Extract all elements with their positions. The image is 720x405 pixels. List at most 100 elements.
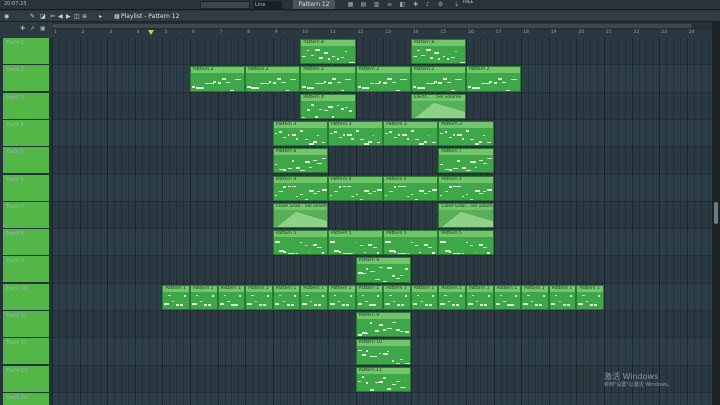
pattern-icon[interactable]: ▣ <box>40 25 47 32</box>
arrow-icon[interactable]: ↗ <box>30 25 37 32</box>
pattern-clip[interactable]: Pattern 2 <box>466 66 522 92</box>
grid-row[interactable] <box>52 392 712 405</box>
track-header[interactable]: Track 8 <box>3 229 49 256</box>
pattern-selector[interactable]: Pattern 12 <box>293 0 335 9</box>
snap-selector[interactable]: Line <box>253 1 282 9</box>
pattern-clip[interactable]: Pattern 11 <box>355 366 411 392</box>
pattern-clip[interactable]: Pattern 1 <box>438 284 466 310</box>
track-header[interactable]: Track 6 <box>3 174 49 201</box>
beat-line <box>638 38 640 405</box>
track-header[interactable]: Track 5 <box>3 147 49 174</box>
zoom-tool-icon[interactable]: ⊕ <box>82 13 87 20</box>
pattern-clip[interactable]: Pattern 1 <box>466 284 494 310</box>
select-tool-icon[interactable]: ◫ <box>74 13 80 20</box>
clip-note <box>503 300 506 303</box>
pattern-clip[interactable]: Pattern 4 <box>328 175 384 201</box>
playhead-marker[interactable] <box>148 30 154 35</box>
pattern-clip[interactable]: Pattern 1 <box>410 284 439 310</box>
settings-icon[interactable]: ⚙ <box>437 1 444 8</box>
bar-line <box>604 38 605 405</box>
track-header[interactable]: Track 12 <box>3 338 49 365</box>
pattern-clip[interactable]: Pattern 5 <box>438 230 494 256</box>
pattern-clip[interactable]: Pattern 3 <box>272 120 328 147</box>
paint-tool-icon[interactable]: ◪ <box>40 13 46 20</box>
track-header[interactable]: Track 11 <box>3 311 49 337</box>
menu-icon[interactable]: ◉ <box>4 13 9 20</box>
pattern-clip[interactable]: Pattern 2 <box>245 66 301 92</box>
pattern-clip[interactable]: Pattern 4 <box>383 175 439 201</box>
pattern-clip[interactable]: Pattern 4 <box>438 175 494 201</box>
clip-note <box>417 49 420 52</box>
pattern-clip[interactable]: Pattern 9 <box>355 312 411 338</box>
pattern-clip[interactable]: Pattern 1 <box>548 284 577 310</box>
grid-row[interactable] <box>52 202 712 230</box>
automation-clip[interactable]: Close Gran.. nel volume <box>438 202 494 229</box>
pattern-clip[interactable]: Pattern 5 <box>272 230 328 256</box>
tempo-icon[interactable]: ♪ <box>424 1 431 8</box>
grid-row[interactable] <box>52 38 712 66</box>
track-header[interactable]: Track 9 <box>3 256 49 283</box>
play-icon[interactable]: ▸ <box>99 13 102 20</box>
pattern-clip[interactable]: Pattern 1 <box>493 284 522 310</box>
track-header[interactable]: Track 10 <box>3 283 49 310</box>
pattern-clip[interactable]: Pattern 3 <box>328 120 384 147</box>
vertical-scroll-thumb[interactable] <box>714 202 718 224</box>
pattern-clip[interactable]: Pattern 9 <box>355 257 411 283</box>
pattern-clip[interactable]: Pattern 1 <box>217 284 246 310</box>
vertical-scrollbar[interactable] <box>712 22 720 405</box>
pattern-clip[interactable]: Pattern 8 <box>410 39 466 65</box>
back-icon[interactable]: ◀ <box>58 13 63 20</box>
pattern-clip[interactable]: Pattern 1 <box>162 284 190 310</box>
pattern-clip[interactable]: Pattern 1 <box>328 284 356 310</box>
playlist-icon[interactable]: ▦ <box>347 1 354 8</box>
delete-tool-icon[interactable]: ✂ <box>50 13 55 20</box>
horizontal-scrollbar[interactable] <box>52 22 712 30</box>
channel-rack-icon[interactable]: ▥ <box>373 1 380 8</box>
pattern-clip[interactable]: Pattern 1 <box>300 284 328 310</box>
automation-clip[interactable]: Close Gran.. nel volume <box>272 202 328 229</box>
draw-tool-icon[interactable]: ✎ <box>30 13 35 20</box>
automation-clip[interactable]: Electr... ...nel volume <box>410 93 466 119</box>
browser-icon[interactable]: ◧ <box>399 1 406 8</box>
track-header[interactable]: Track 2 <box>3 65 49 92</box>
track-header[interactable]: Track 13 <box>3 365 49 392</box>
pattern-clip[interactable]: Pattern 2 <box>355 66 411 92</box>
track-header[interactable]: Track 1 <box>3 38 49 64</box>
pattern-clip[interactable]: Pattern 3 <box>438 120 494 147</box>
pattern-clip[interactable]: Pattern 10 <box>355 339 411 365</box>
playlist-grid[interactable]: Pattern 8 Pattern 8 Pattern 2 Pattern 2 Patt… <box>52 38 716 405</box>
grid-row[interactable] <box>52 147 712 175</box>
pattern-clip[interactable]: Pattern 1 <box>190 284 218 310</box>
plugin-icon[interactable]: ✚ <box>412 1 419 8</box>
pattern-clip[interactable]: Pattern 1 <box>355 284 384 310</box>
pattern-clip[interactable]: Pattern 4 <box>300 93 356 119</box>
track-header[interactable]: Track 7 <box>3 201 49 228</box>
pattern-clip[interactable]: Pattern 1 <box>576 284 604 310</box>
pattern-clip[interactable]: Pattern 1 <box>272 284 301 310</box>
add-track-icon[interactable]: ✚ <box>20 25 27 32</box>
pattern-clip[interactable]: Pattern 3 <box>383 120 439 147</box>
forward-icon[interactable]: ▶ <box>66 13 71 20</box>
pattern-clip[interactable]: Pattern 1 <box>383 284 411 310</box>
pattern-clip[interactable]: Pattern 7 <box>438 148 494 174</box>
pattern-clip[interactable]: Pattern 2 <box>300 66 356 92</box>
download-icon[interactable]: ⇣ <box>453 1 460 8</box>
piano-roll-icon[interactable]: ▤ <box>360 1 367 8</box>
pattern-clip[interactable]: Pattern 6 <box>272 148 328 174</box>
pattern-clip[interactable]: Pattern 5 <box>328 230 384 256</box>
news-panel[interactable]: FREE <box>463 0 473 4</box>
grid-row[interactable] <box>52 93 712 120</box>
pattern-clip[interactable]: Pattern 5 <box>383 230 439 256</box>
track-header[interactable]: Track 3 <box>3 92 49 119</box>
transport-panel[interactable] <box>200 1 250 9</box>
track-header[interactable]: Track 4 <box>3 119 49 146</box>
horizontal-scroll-thumb[interactable] <box>52 24 692 28</box>
track-header[interactable]: Track 14 <box>3 392 49 405</box>
pattern-clip[interactable]: Pattern 2 <box>190 66 246 92</box>
pattern-clip[interactable]: Pattern 1 <box>521 284 549 310</box>
pattern-clip[interactable]: Pattern 2 <box>410 66 466 92</box>
pattern-clip[interactable]: Pattern 4 <box>272 175 328 201</box>
pattern-clip[interactable]: Pattern 1 <box>245 284 273 310</box>
pattern-clip[interactable]: Pattern 8 <box>300 39 356 65</box>
mixer-icon[interactable]: ≡ <box>386 1 393 8</box>
